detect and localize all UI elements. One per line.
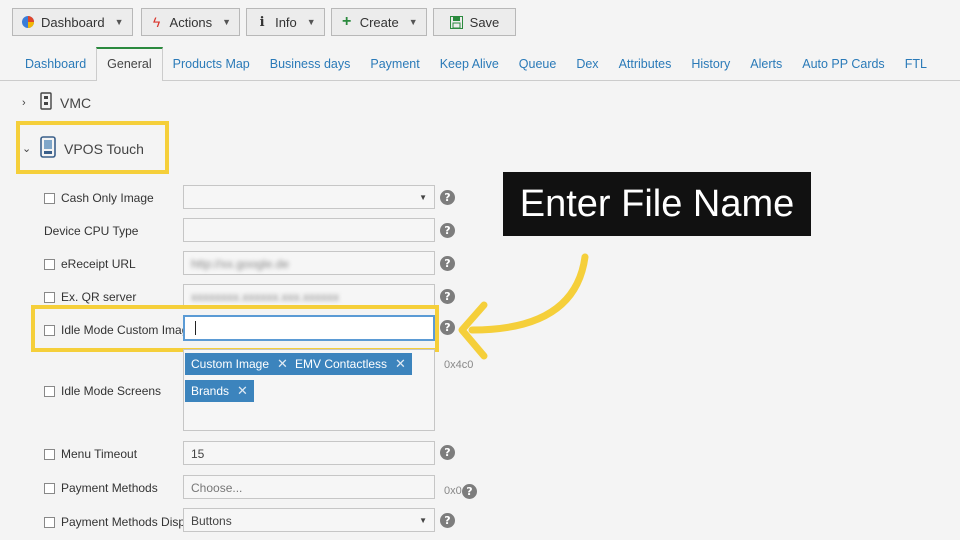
curved-arrow-icon	[458, 253, 589, 360]
